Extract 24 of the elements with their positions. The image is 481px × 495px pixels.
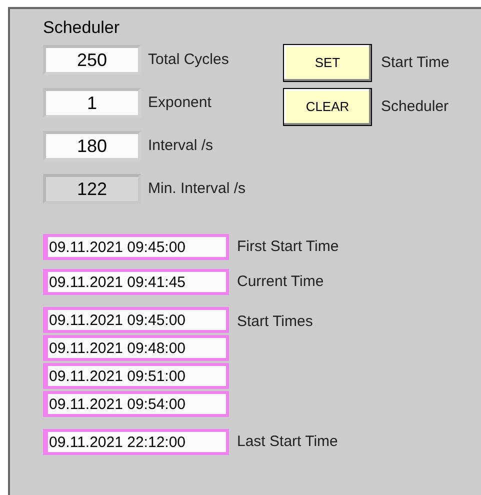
field-label: Scheduler — [381, 96, 449, 117]
field-label: Total Cycles — [148, 50, 229, 70]
field-label: Last Start Time — [237, 432, 338, 452]
timestamp-field: 09.11.2021 09:45:00 — [43, 307, 229, 333]
timestamp-field: 09.11.2021 22:12:00 — [43, 429, 229, 455]
field-label: First Start Time — [237, 236, 339, 257]
numeric-field[interactable]: 250 — [43, 45, 141, 75]
panel-title: Scheduler — [43, 19, 121, 39]
scheduler-button[interactable]: CLEAR — [283, 88, 372, 126]
field-label: Min. Interval /s — [148, 178, 246, 199]
numeric-field: 122 — [43, 174, 141, 204]
field-label: Exponent — [148, 92, 212, 113]
scheduler-button[interactable]: SET — [283, 44, 372, 82]
timestamp-field: 09.11.2021 09:51:00 — [43, 363, 229, 389]
timestamp-field: 09.11.2021 09:54:00 — [43, 391, 229, 417]
field-label: Current Time — [237, 272, 324, 292]
field-label: Start Times — [237, 313, 313, 330]
field-label: Interval /s — [148, 136, 214, 156]
timestamp-field: 09.11.2021 09:45:00 — [43, 234, 229, 260]
timestamp-field: 09.11.2021 09:48:00 — [43, 335, 229, 361]
field-label: Start Time — [381, 52, 450, 73]
timestamp-field: 09.11.2021 09:41:45 — [43, 269, 229, 295]
numeric-field[interactable]: 180 — [43, 131, 141, 161]
numeric-field[interactable]: 1 — [43, 88, 141, 118]
